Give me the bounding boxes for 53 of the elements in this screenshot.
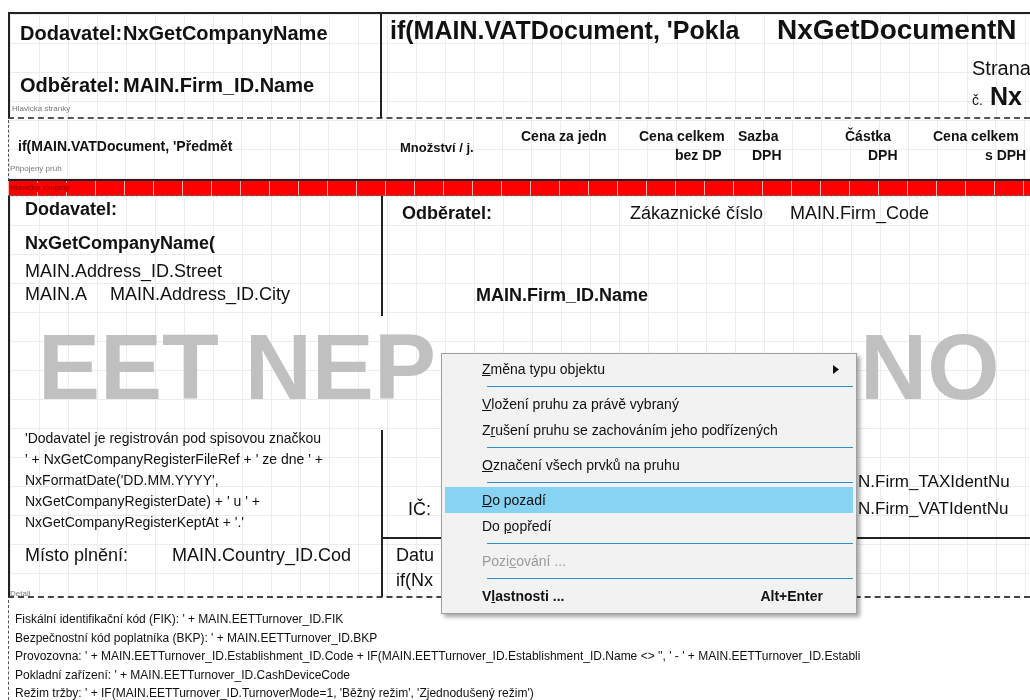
column-header-field[interactable]: Cena celkem	[933, 128, 1019, 145]
report-field[interactable]: NxGetDocumentN	[777, 14, 1017, 47]
column-header-field[interactable]: Cena celkem	[639, 128, 725, 145]
report-field[interactable]: Místo plnění:	[25, 545, 129, 566]
report-field[interactable]: Odběratel:	[402, 203, 493, 224]
menu-item[interactable]: Do pozadí	[445, 487, 853, 513]
menu-item[interactable]: Zrušení pruhu se zachováním jeho podřízených	[445, 417, 853, 443]
report-field[interactable]: Odběratel:	[20, 74, 121, 97]
memo-field[interactable]: 'Dodavatel je registrován pod spisovou značkou ' + NxGetCompanyRegisterFileRef + ' ze dne ' + NxFormatDate('DD.MM.YYYY', NxGetCompanyRegisterDate) + ' u ' + NxGetCompanyRegisterKeptAt + '.'	[25, 428, 325, 533]
column-header-field[interactable]: Sazba	[738, 128, 779, 145]
column-header-field[interactable]: bez DP	[675, 147, 722, 164]
report-field[interactable]: Nx	[990, 82, 1022, 111]
report-field[interactable]: NxGetCompanyName	[123, 22, 328, 45]
expression-field[interactable]: Provozovna: ' + MAIN.EETTurnover_ID.Establishment_ID.Code + IF(MAIN.EETTurnover_ID.Establishment_ID.Name <> '', ' - ' + MAIN.EETTurnover_ID.Establi	[15, 647, 861, 666]
report-field[interactable]: MAIN.Firm_Code	[790, 203, 930, 224]
column-header-field[interactable]: DPH	[752, 147, 782, 164]
report-field[interactable]: if(Nx	[396, 570, 433, 591]
report-field[interactable]: MAIN.Firm_ID.Name	[476, 285, 649, 306]
menu-item[interactable]: Vlastnosti ... Alt+Enter	[445, 583, 853, 609]
expression-field[interactable]: Fiskální identifikační kód (FIK): ' + MAIN.EETTurnover_ID.FIK	[15, 610, 861, 629]
report-field[interactable]: Dodavatel:	[25, 199, 118, 220]
menu-item[interactable]: Změna typu objektu	[445, 356, 853, 382]
expression-field[interactable]: Pokladní zařízení: ' + MAIN.EETTurnover_ID.CashDeviceCode	[15, 665, 861, 684]
column-header-field[interactable]: if(MAIN.VATDocument, 'Předmět	[18, 138, 233, 155]
menu-item[interactable]: Vložení pruhu za právě vybraný	[445, 391, 853, 417]
report-field[interactable]: MAIN.Address_ID.City	[110, 284, 291, 305]
report-field[interactable]: Zákaznické číslo	[630, 203, 764, 224]
report-field[interactable]: MAIN.A	[25, 284, 87, 305]
menu-item[interactable]: Označení všech prvků na pruhu	[445, 452, 853, 478]
report-field[interactable]: MAIN.Address_ID.Street	[25, 261, 223, 282]
expression-field[interactable]: Režim tržby: ' + IF(MAIN.EETTurnover_ID.TurnoverMode=1, 'Běžný režim', 'Zjednodušený režim')	[15, 684, 861, 700]
report-field[interactable]: if(MAIN.VATDocument, 'Pokla	[390, 16, 740, 45]
column-header-field[interactable]: DPH	[868, 147, 898, 164]
column-header-field[interactable]: s DPH	[985, 147, 1027, 164]
band-label: Připojený pruh	[10, 164, 62, 173]
report-field[interactable]: Strana	[972, 57, 1030, 80]
report-field[interactable]: MAIN.Firm_ID.Name	[123, 74, 315, 97]
column-header-field[interactable]: Množství / j.	[400, 141, 474, 156]
band-label: Detail	[10, 589, 31, 598]
column-header-field[interactable]: Částka	[845, 128, 891, 145]
report-field[interactable]: č.	[972, 92, 983, 109]
expression-field[interactable]: Bezpečnostní kód poplatníka (BKP): ' + MAIN.EETTurnover_ID.BKP	[15, 628, 861, 647]
report-field[interactable]: IČ:	[408, 499, 431, 520]
report-field[interactable]: Datu	[396, 545, 435, 566]
band-label: Hlavicka stranky	[12, 104, 71, 113]
report-field[interactable]: Dodavatel:	[20, 22, 123, 45]
report-field[interactable]: N.Firm_VATIdentNu	[858, 499, 1009, 519]
report-field[interactable]: NxGetCompanyName(	[25, 233, 216, 254]
band-label: Hlavička skupiny	[10, 183, 70, 192]
report-field[interactable]: N.Firm_TAXIdentNu	[858, 472, 1010, 492]
column-header-field[interactable]: Cena za jedn	[521, 128, 607, 145]
report-field[interactable]: MAIN.Country_ID.Cod	[172, 545, 352, 566]
menu-item[interactable]: Do popředí	[445, 513, 853, 539]
